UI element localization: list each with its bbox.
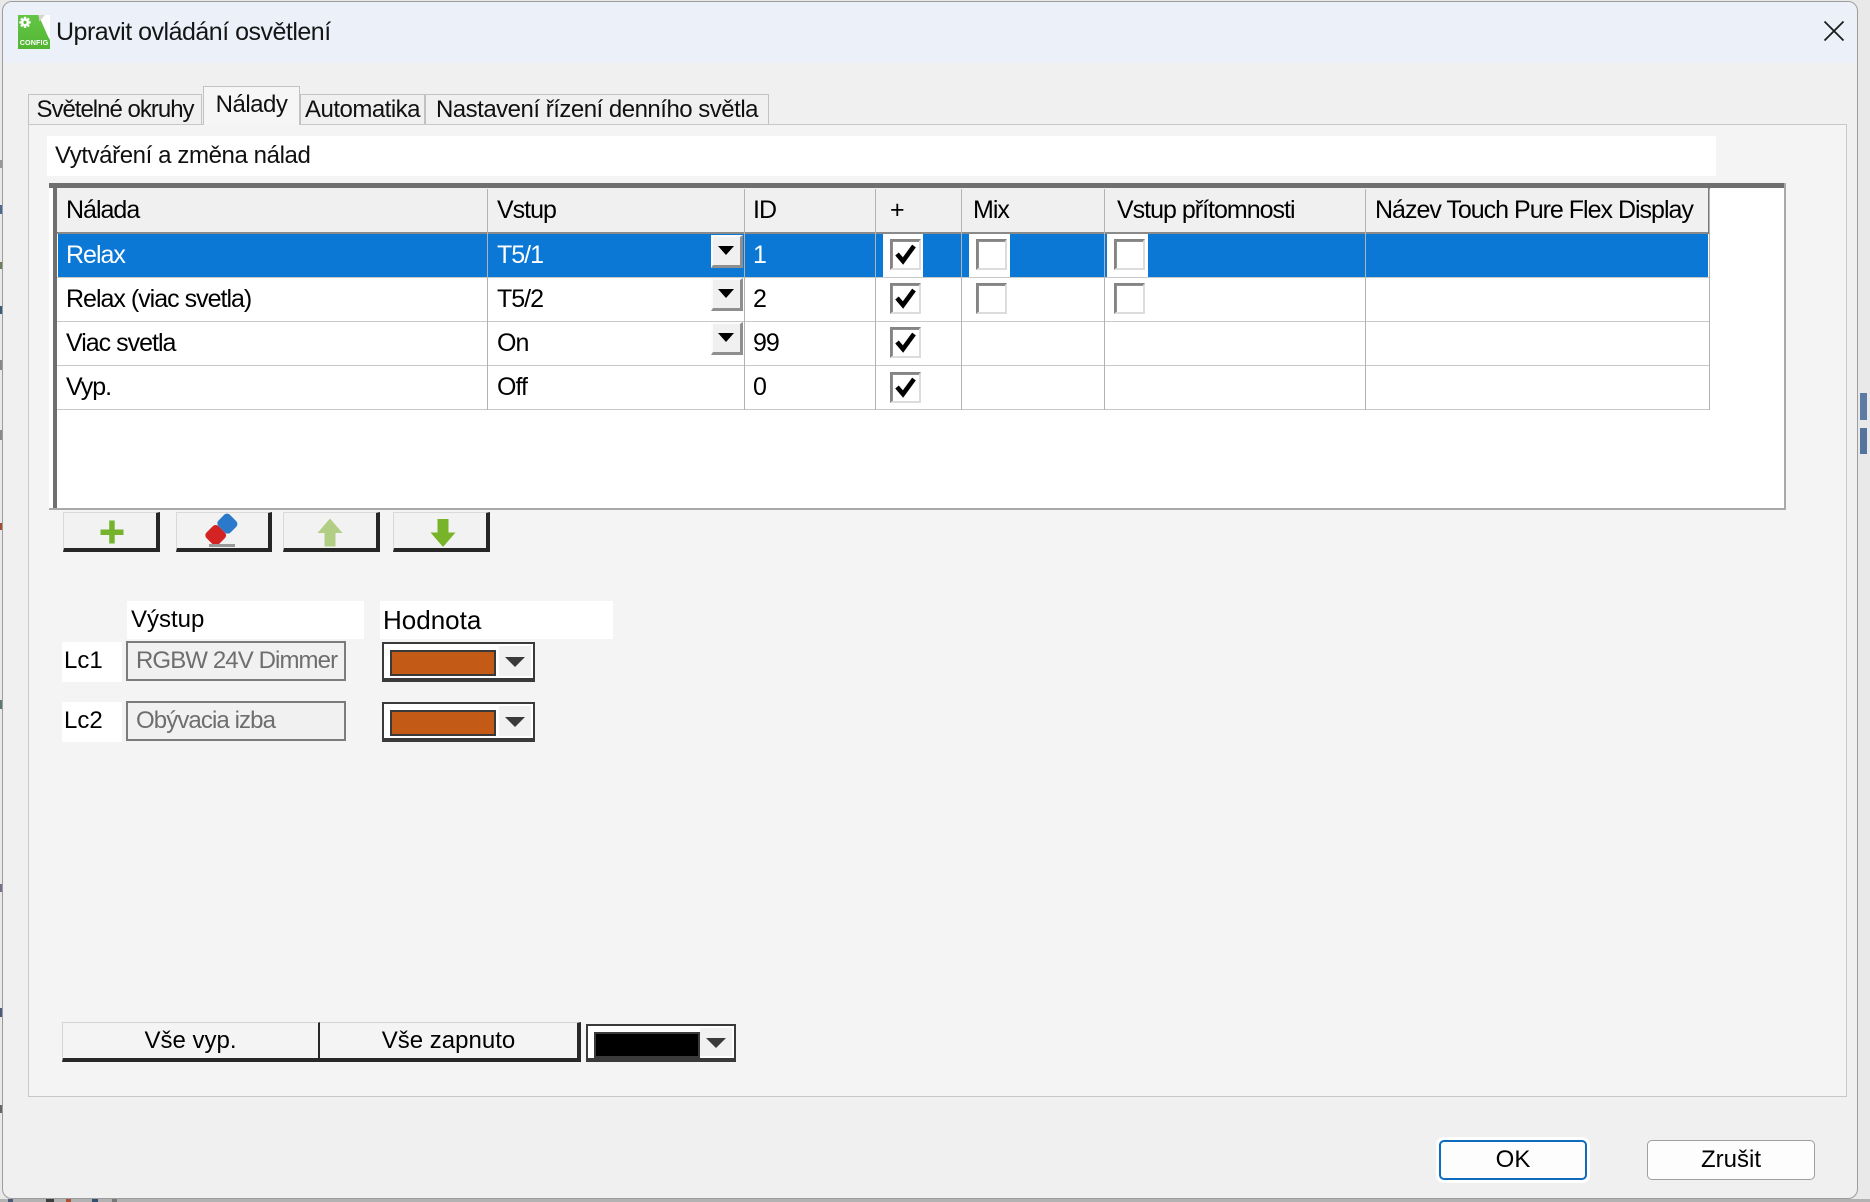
svg-text:CONFIG: CONFIG: [20, 38, 49, 47]
